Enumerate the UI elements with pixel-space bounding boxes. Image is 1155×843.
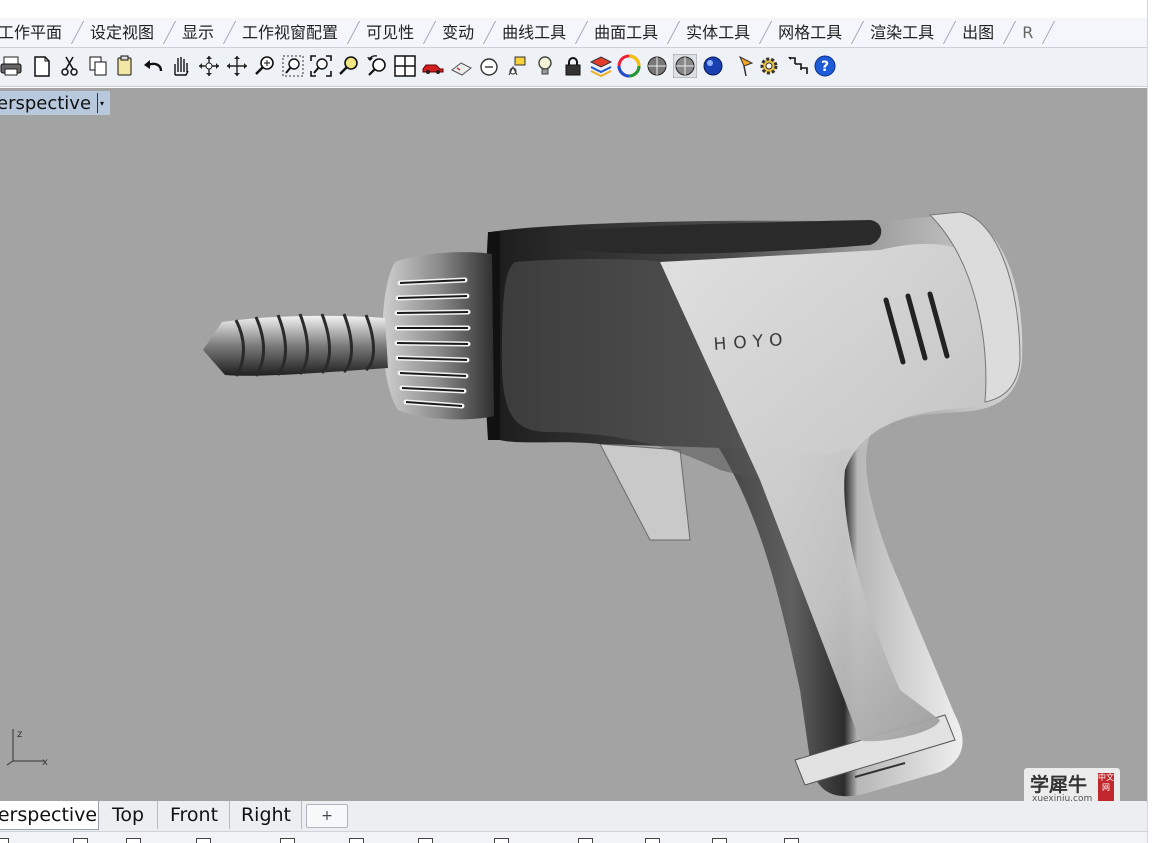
- tab-solid-tools[interactable]: 实体工具: [672, 18, 764, 47]
- osnap-bar: [0, 831, 1147, 843]
- osnap-checkbox[interactable]: [712, 838, 727, 843]
- tab-render-tools[interactable]: 渲染工具: [856, 18, 948, 47]
- world-axis-icon: z x: [6, 729, 48, 768]
- layers-icon[interactable]: [589, 54, 613, 78]
- osnap-checkbox[interactable]: [196, 838, 211, 843]
- tab-workplane[interactable]: 工作平面: [0, 18, 76, 47]
- properties-icon[interactable]: [734, 54, 758, 78]
- osnap-checkbox[interactable]: [418, 838, 433, 843]
- sphere-grey-icon[interactable]: [645, 54, 669, 78]
- toolbar-tab-bar: 工作平面 设定视图 显示 工作视窗配置 可见性 变动 曲线工具 曲面工具 实体工…: [0, 18, 1148, 48]
- rotate-view-2-icon[interactable]: [225, 54, 249, 78]
- window-top-strip: [0, 0, 1148, 18]
- tab-transform[interactable]: 变动: [428, 18, 488, 47]
- snap-icon[interactable]: [505, 54, 529, 78]
- viewport-tab-perspective[interactable]: erspective: [0, 801, 99, 830]
- add-viewport-tab-button[interactable]: +: [306, 804, 348, 828]
- rhino-window: 工作平面 设定视图 显示 工作视窗配置 可见性 变动 曲线工具 曲面工具 实体工…: [0, 0, 1155, 843]
- light-icon[interactable]: [533, 54, 557, 78]
- tab-drafting[interactable]: 出图: [948, 18, 1008, 47]
- standard-toolbar: ?: [0, 48, 1148, 87]
- tab-mesh-tools[interactable]: 网格工具: [764, 18, 856, 47]
- axis-x-label: x: [42, 757, 48, 768]
- osnap-checkbox[interactable]: [349, 838, 364, 843]
- osnap-checkbox[interactable]: [784, 838, 799, 843]
- osnap-checkbox[interactable]: [494, 838, 509, 843]
- pan-hand-icon[interactable]: [168, 54, 192, 78]
- window-right-edge: [1147, 0, 1155, 843]
- tab-display[interactable]: 显示: [168, 18, 228, 47]
- zoom-dynamic-icon[interactable]: [253, 54, 277, 78]
- drill-model[interactable]: HOYO: [0, 88, 1147, 801]
- watermark-cn: 学犀牛: [1030, 774, 1088, 796]
- sphere-blue-icon[interactable]: [701, 54, 725, 78]
- svg-text:?: ?: [821, 59, 829, 75]
- viewport-tab-right[interactable]: Right: [231, 801, 302, 829]
- osnap-checkbox[interactable]: [645, 838, 660, 843]
- osnap-checkbox[interactable]: [280, 838, 295, 843]
- tab-visibility[interactable]: 可见性: [352, 18, 428, 47]
- options-gear-icon[interactable]: [757, 54, 781, 78]
- lock-icon[interactable]: [561, 54, 585, 78]
- osnap-checkbox[interactable]: [73, 838, 88, 843]
- camera-icon[interactable]: [449, 54, 473, 78]
- undo-view-icon[interactable]: [365, 54, 389, 78]
- help-icon[interactable]: ?: [813, 54, 837, 78]
- zoom-extents-icon[interactable]: [309, 54, 333, 78]
- color-wheel-icon[interactable]: [617, 54, 641, 78]
- osnap-checkbox[interactable]: [126, 838, 141, 843]
- cut-icon[interactable]: [58, 54, 82, 78]
- undo-icon[interactable]: [141, 54, 165, 78]
- watermark-seal: 中文网: [1098, 773, 1114, 803]
- zoom-selected-icon[interactable]: [337, 54, 361, 78]
- perspective-viewport[interactable]: erspective ▾ HOYO z x 学犀牛 xuexiniu.com 中…: [0, 88, 1147, 808]
- four-view-icon[interactable]: [393, 54, 417, 78]
- viewport-tab-front[interactable]: Front: [159, 801, 230, 829]
- new-file-icon[interactable]: [30, 54, 54, 78]
- tab-viewport-layout[interactable]: 工作视窗配置: [228, 18, 352, 47]
- paste-icon[interactable]: [113, 54, 137, 78]
- copy-icon[interactable]: [86, 54, 110, 78]
- tab-set-view[interactable]: 设定视图: [76, 18, 168, 47]
- car-icon[interactable]: [421, 54, 445, 78]
- viewport-tab-bar: erspective Top Front Right +: [0, 801, 1147, 831]
- tab-overflow[interactable]: R: [1008, 18, 1047, 47]
- rotate-view-icon[interactable]: [197, 54, 221, 78]
- tab-surface-tools[interactable]: 曲面工具: [580, 18, 672, 47]
- sphere-shaded-icon[interactable]: [672, 53, 698, 79]
- circle-dim-icon[interactable]: [477, 54, 501, 78]
- zoom-window-icon[interactable]: [281, 54, 305, 78]
- osnap-checkbox[interactable]: [578, 838, 593, 843]
- osnap-checkbox[interactable]: [0, 838, 9, 843]
- tab-curve-tools[interactable]: 曲线工具: [488, 18, 580, 47]
- axis-z-label: z: [17, 729, 22, 740]
- grid-snap-icon[interactable]: [786, 54, 810, 78]
- print-icon[interactable]: [0, 54, 24, 78]
- viewport-tab-top[interactable]: Top: [99, 801, 158, 829]
